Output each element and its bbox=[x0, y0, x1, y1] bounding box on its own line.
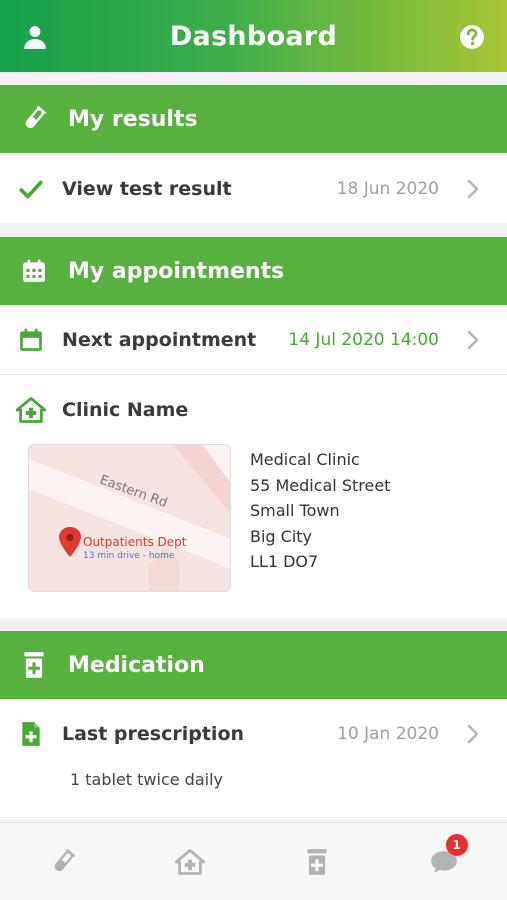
profile-button[interactable] bbox=[20, 22, 50, 52]
address-line: Small Town bbox=[250, 501, 340, 520]
help-icon bbox=[460, 25, 484, 49]
chevron-right-icon bbox=[467, 179, 479, 199]
clinic-name: Clinic Name bbox=[62, 399, 189, 421]
last-prescription-label: Last prescription bbox=[62, 723, 245, 745]
clinic-address: Medical Clinic 55 Medical Street Small T… bbox=[250, 447, 390, 575]
address-line: Big City bbox=[250, 526, 313, 546]
last-prescription-date: 10 Jan 2020 bbox=[337, 724, 439, 744]
chevron-right-icon bbox=[467, 330, 479, 350]
results-section-title: My results bbox=[68, 106, 198, 132]
address-line: 55 Medical Street bbox=[250, 475, 391, 495]
clinic-tab[interactable] bbox=[160, 832, 220, 892]
appointments-section-header: My appointments bbox=[0, 237, 507, 305]
last-prescription-row[interactable]: Last prescription 10 Jan 2020 bbox=[0, 700, 507, 768]
prescription-card: Last prescription 10 Jan 2020 1 tablet t… bbox=[0, 700, 507, 820]
help-button[interactable] bbox=[457, 22, 487, 52]
messages-tab[interactable]: 1 bbox=[414, 832, 474, 892]
address-line: LL1 DO7 bbox=[250, 552, 319, 571]
test-tube-icon bbox=[54, 848, 76, 871]
bottom-tab-bar: 1 bbox=[0, 822, 507, 900]
next-appointment-date: 14 Jul 2020 14:00 bbox=[288, 330, 439, 350]
prescription-dose: 1 tablet twice daily bbox=[70, 770, 223, 789]
medicine-bottle-icon bbox=[24, 652, 44, 678]
address-line: Medical Clinic bbox=[250, 450, 360, 469]
results-tab[interactable] bbox=[33, 832, 93, 892]
test-result-date: 18 Jun 2020 bbox=[336, 179, 439, 199]
view-test-result-row[interactable]: View test result 18 Jun 2020 bbox=[0, 155, 507, 223]
chevron-right-icon bbox=[467, 724, 479, 744]
page-title: Dashboard bbox=[169, 20, 338, 52]
app-header: Dashboard bbox=[0, 0, 507, 72]
check-icon bbox=[19, 180, 43, 199]
messages-badge: 1 bbox=[445, 833, 468, 856]
clinic-icon bbox=[175, 848, 206, 875]
map-drive-label: 13 min drive - home bbox=[83, 551, 175, 561]
next-appointment-row[interactable]: Next appointment 14 Jul 2020 14:00 bbox=[0, 306, 507, 374]
clinic-icon bbox=[16, 397, 46, 423]
calendar-icon bbox=[23, 259, 45, 282]
medication-tab[interactable] bbox=[287, 832, 347, 892]
appointments-section-title: My appointments bbox=[68, 258, 285, 284]
calendar-icon bbox=[20, 328, 42, 351]
next-appointment-label: Next appointment bbox=[62, 329, 257, 351]
medication-section-title: Medication bbox=[68, 652, 205, 678]
medicine-bottle-icon bbox=[307, 848, 327, 875]
prescription-icon bbox=[22, 722, 40, 746]
map-place-label: Outpatients Dept bbox=[83, 535, 187, 549]
results-section-header: My results bbox=[0, 85, 507, 153]
medication-section-header: Medication bbox=[0, 631, 507, 699]
clinic-map[interactable]: Eastern Rd Outpatients Dept 13 min drive… bbox=[28, 444, 231, 592]
test-tube-icon bbox=[25, 105, 47, 129]
view-test-result-label: View test result bbox=[62, 178, 232, 200]
clinic-card: Clinic Name Eastern Rd Outpatients Dept … bbox=[0, 374, 507, 618]
user-icon bbox=[24, 26, 46, 49]
